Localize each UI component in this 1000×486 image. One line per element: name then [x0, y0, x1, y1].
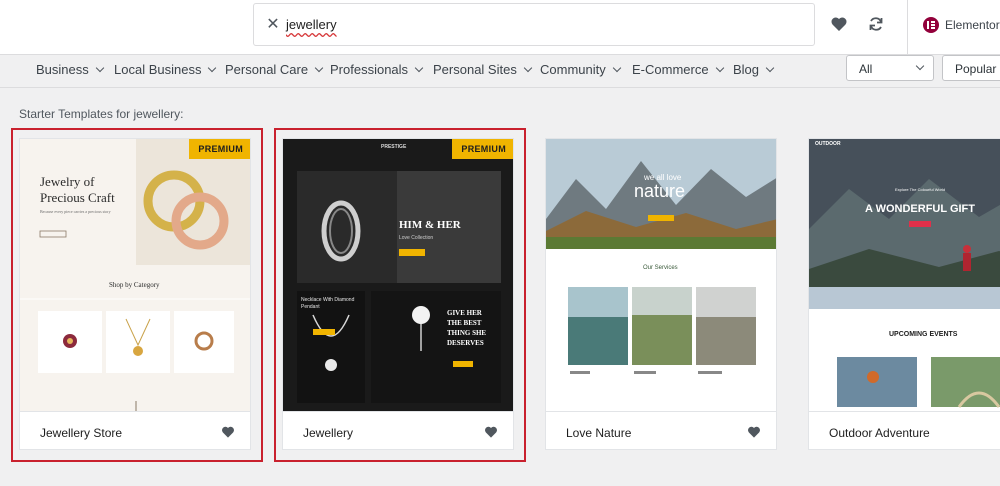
- preview-brand: PRESTIGE: [381, 144, 407, 150]
- chevron-down-icon: [414, 63, 424, 73]
- preview-subheading: Necklace With Diamond Pendant: [301, 297, 355, 310]
- divider: [907, 0, 908, 55]
- card-body: Jewelry of Precious Craft Because every …: [19, 138, 251, 450]
- chevron-down-icon: [208, 63, 217, 73]
- sort-select[interactable]: Popular: [942, 55, 1000, 81]
- preview-subheading: UPCOMING EVENTS: [889, 331, 958, 338]
- elementor-logo-icon[interactable]: [923, 17, 939, 33]
- preview-subheading: Shop by Category: [109, 281, 160, 289]
- template-preview[interactable]: OUTDOOR Explore The Colourful World A WO…: [809, 139, 1000, 411]
- heart-icon[interactable]: [829, 14, 849, 34]
- heart-icon[interactable]: [483, 424, 499, 440]
- chevron-down-icon: [765, 63, 775, 73]
- preview-tagline: Because every piece carries a precious s…: [40, 209, 111, 214]
- preview-headline: nature: [634, 181, 686, 201]
- preview-headline: THE BEST: [447, 319, 482, 327]
- card-body: PRESTIGE HIM & HER Love Collection Neckl…: [282, 138, 514, 450]
- category-professionals[interactable]: Professionals: [330, 62, 424, 77]
- chevron-down-icon: [915, 61, 925, 71]
- preview-subheading: Our Services: [643, 265, 678, 271]
- chevron-down-icon: [715, 63, 724, 73]
- template-title[interactable]: Jewellery: [303, 426, 353, 440]
- premium-badge: PREMIUM: [452, 139, 513, 159]
- search-box[interactable]: ✕ jewellery: [253, 3, 815, 46]
- preview-brand: OUTDOOR: [815, 141, 841, 147]
- template-card-jewellery-store[interactable]: Jewelry of Precious Craft Because every …: [11, 128, 263, 462]
- template-preview[interactable]: Jewelry of Precious Craft Because every …: [20, 139, 250, 411]
- preview-headline: GIVE HER: [447, 309, 482, 317]
- category-personal-care[interactable]: Personal Care: [225, 62, 324, 77]
- category-e-commerce[interactable]: E-Commerce: [632, 62, 724, 77]
- preview-headline: A WONDERFUL GIFT: [865, 203, 975, 215]
- heart-icon[interactable]: [220, 424, 236, 440]
- chevron-down-icon: [95, 63, 104, 73]
- category-personal-sites[interactable]: Personal Sites: [433, 62, 533, 77]
- preview-headline: Jewelry of: [40, 174, 95, 189]
- category-community[interactable]: Community: [540, 62, 621, 77]
- template-title[interactable]: Outdoor Adventure: [829, 426, 930, 440]
- search-input[interactable]: jewellery: [286, 17, 337, 32]
- template-title[interactable]: Love Nature: [566, 426, 631, 440]
- type-select[interactable]: All: [846, 55, 934, 81]
- preview-headline: THING SHE: [447, 329, 487, 337]
- chevron-down-icon: [523, 63, 533, 73]
- template-card-jewellery[interactable]: PRESTIGE HIM & HER Love Collection Neckl…: [274, 128, 526, 462]
- card-body: we all love nature Our Services Love Nat…: [545, 138, 777, 450]
- preview-tagline: Explore The Colourful World: [895, 187, 946, 192]
- preview-artwork: [283, 139, 513, 411]
- chevron-down-icon: [612, 63, 621, 73]
- heart-icon[interactable]: [746, 424, 762, 440]
- card-footer: Jewellery Store: [20, 411, 250, 449]
- card-footer: Outdoor Adventure: [809, 411, 1000, 449]
- template-title[interactable]: Jewellery Store: [40, 426, 122, 440]
- page-builder-label[interactable]: Elementor: [945, 18, 1000, 32]
- results-heading: Starter Templates for jewellery:: [19, 107, 184, 121]
- category-local-business[interactable]: Local Business: [114, 62, 217, 77]
- chevron-down-icon: [314, 63, 324, 73]
- sync-icon[interactable]: [866, 14, 886, 34]
- category-blog[interactable]: Blog: [733, 62, 775, 77]
- template-preview[interactable]: PRESTIGE HIM & HER Love Collection Neckl…: [283, 139, 513, 411]
- top-bar: ✕ jewellery Elementor: [0, 0, 1000, 55]
- preview-artwork: [809, 139, 1000, 411]
- card-footer: Love Nature: [546, 411, 776, 449]
- preview-headline: HIM & HER: [399, 219, 461, 231]
- template-card-outdoor-adventure[interactable]: OUTDOOR Explore The Colourful World A WO…: [800, 128, 1000, 462]
- premium-badge: PREMIUM: [189, 139, 250, 159]
- category-business[interactable]: Business: [36, 62, 104, 77]
- template-card-love-nature[interactable]: we all love nature Our Services Love Nat…: [537, 128, 789, 462]
- preview-headline: Precious Craft: [40, 190, 115, 205]
- template-preview[interactable]: we all love nature Our Services: [546, 139, 776, 411]
- preview-tagline: Love Collection: [399, 235, 434, 241]
- filter-bar: Business Local Business Personal Care Pr…: [0, 55, 1000, 88]
- card-body: OUTDOOR Explore The Colourful World A WO…: [808, 138, 1000, 450]
- card-footer: Jewellery: [283, 411, 513, 449]
- preview-headline: DESERVES: [447, 339, 484, 347]
- close-icon[interactable]: ✕: [264, 16, 282, 34]
